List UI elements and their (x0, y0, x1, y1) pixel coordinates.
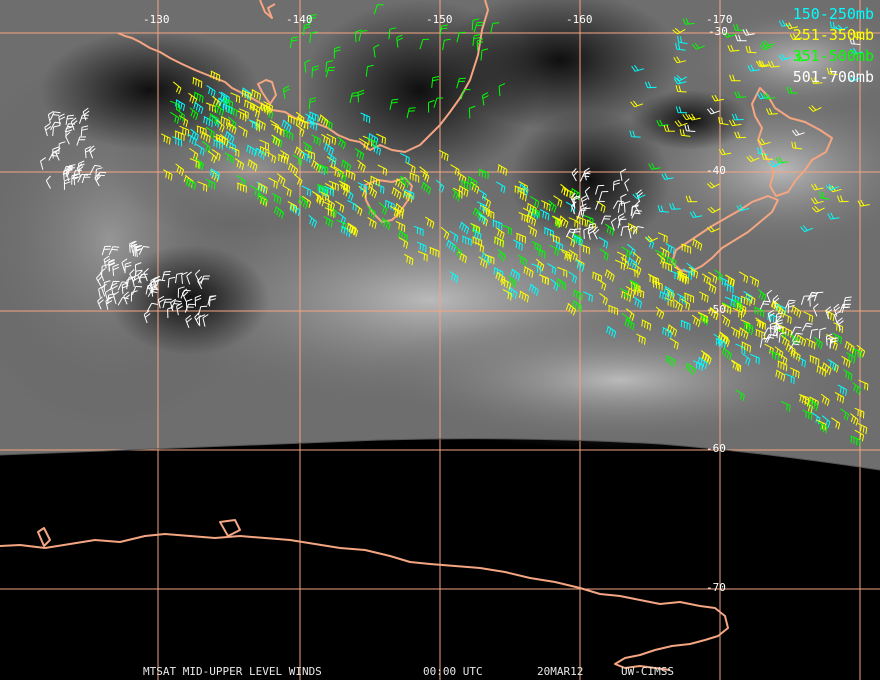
product-name: MTSAT MID-UPPER LEVEL WINDS (143, 665, 322, 678)
lon-label-150: -150 (426, 13, 453, 26)
valid-time: 00:00 UTC (423, 665, 483, 678)
lat-label-50: -50 (706, 303, 726, 316)
legend-item-501-700mb: 501-700mb (792, 68, 874, 86)
lon-label-170: -170 (706, 13, 733, 26)
lat-label-40: -40 (706, 164, 726, 177)
legend-item-150-250mb: 150-250mb (792, 5, 874, 23)
credit: UW-CIMSS (621, 665, 674, 678)
lon-label-160: -160 (566, 13, 593, 26)
lon-label-130: -130 (143, 13, 170, 26)
legend-item-351-500mb: 351-500mb (792, 47, 874, 65)
lon-label-140: -140 (286, 13, 313, 26)
image-caption: MTSAT MID-UPPER LEVEL WINDS 00:00 UTC 20… (0, 666, 880, 678)
valid-date: 20MAR12 (537, 665, 584, 678)
lat-label-60: -60 (706, 442, 726, 455)
legend-item-251-350mb: 251-350mb (792, 26, 874, 44)
lat-label-70: -70 (706, 581, 726, 594)
antarctica-coast (0, 533, 729, 671)
pressure-level-legend: 150-250mb 251-350mb 351-500mb 501-700mb (793, 4, 874, 88)
lat-label-30: -30 (708, 25, 728, 38)
satellite-wind-map (0, 0, 880, 680)
